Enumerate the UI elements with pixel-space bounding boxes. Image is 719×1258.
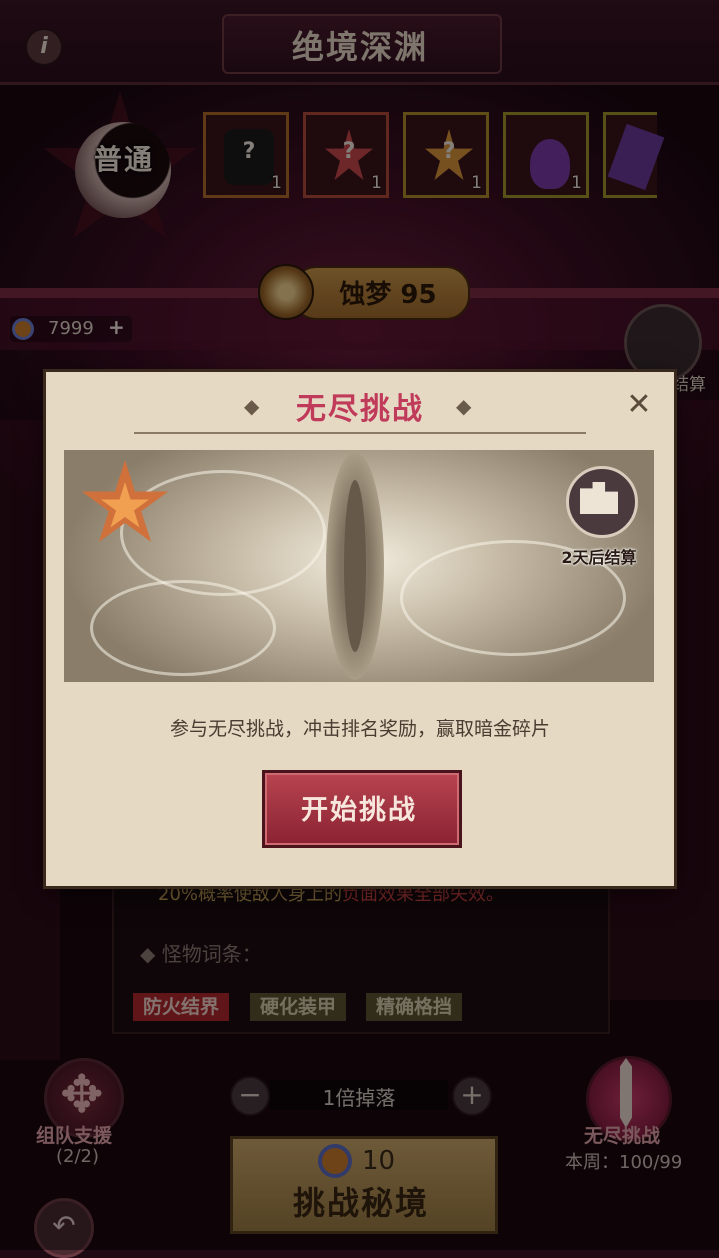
close-icon[interactable]: ✕ — [622, 388, 656, 422]
swirl-decoration — [120, 470, 326, 596]
settlement-label: 2天后结算 — [561, 548, 637, 567]
dialog-title: 无尽挑战 — [296, 392, 424, 427]
eye-portal-core — [344, 480, 366, 652]
swirl-decoration — [90, 580, 276, 676]
ornament-left-icon: ◆ — [244, 394, 260, 418]
header-divider — [134, 432, 586, 434]
start-challenge-label: 开始挑战 — [301, 795, 417, 826]
dialog-description: 参与无尽挑战，冲击排名奖励，赢取暗金碎片 — [169, 718, 550, 740]
ornament-right-icon: ◆ — [456, 394, 472, 418]
